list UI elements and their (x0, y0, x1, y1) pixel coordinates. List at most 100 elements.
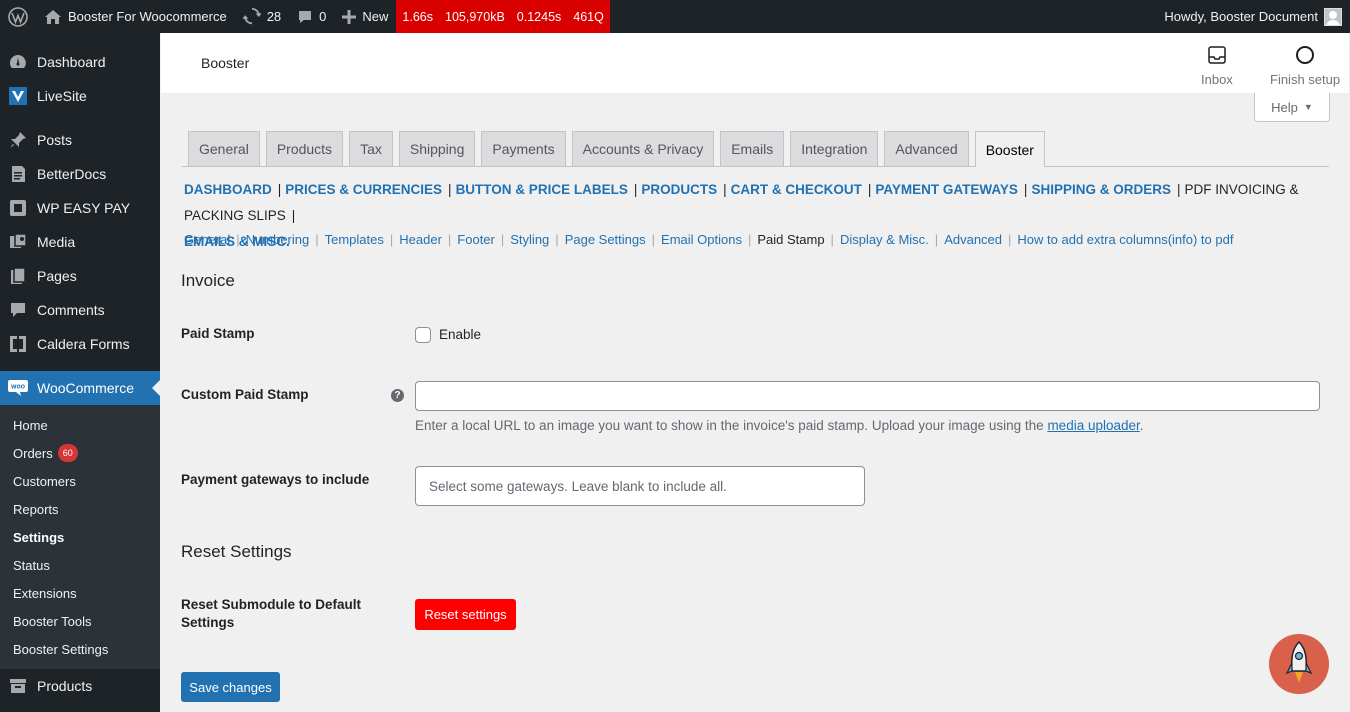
section-templates-link[interactable]: Templates (325, 232, 384, 247)
menu-woocommerce[interactable]: WOO WooCommerce (0, 371, 160, 405)
menu-posts[interactable]: Posts (0, 123, 160, 157)
tab-booster[interactable]: Booster (974, 131, 1045, 167)
query-monitor[interactable]: 1.66s 105,970kB 0.1245s 461Q (396, 0, 610, 33)
tab-products[interactable]: Products (265, 131, 344, 166)
submenu-label: Customers (13, 473, 76, 489)
category-dashboard-link[interactable]: DASHBOARD (184, 182, 272, 197)
menu-wp-easy-pay[interactable]: WP EASY PAY (0, 191, 160, 225)
dashboard-icon (8, 52, 28, 72)
booster-rocket-button[interactable] (1269, 634, 1329, 694)
tab-label: Payments (492, 141, 555, 157)
category-cart-checkout-link[interactable]: CART & CHECKOUT (731, 182, 862, 197)
submenu-booster-settings[interactable]: Booster Settings (0, 635, 160, 663)
submenu-label: Orders (13, 445, 53, 461)
menu-dashboard[interactable]: Dashboard (0, 45, 160, 79)
custom-paid-stamp-description: Enter a local URL to an image you want t… (415, 418, 1144, 433)
section-email-options-link[interactable]: Email Options (661, 232, 742, 247)
my-account-link[interactable]: Howdy, Booster Document (1164, 7, 1350, 26)
howdy-text: Howdy, Booster Document (1164, 9, 1318, 24)
tab-general[interactable]: General (188, 131, 260, 166)
menu-label: Comments (37, 302, 105, 318)
section-styling-link[interactable]: Styling (510, 232, 549, 247)
settings-tabs: General Products Tax Shipping Payments A… (182, 131, 1329, 167)
help-label: Help (1271, 99, 1298, 115)
submenu-extensions[interactable]: Extensions (0, 579, 160, 607)
category-products-link[interactable]: PRODUCTS (641, 182, 717, 197)
menu-pages[interactable]: Pages (0, 259, 160, 293)
payment-gateways-select[interactable]: Select some gateways. Leave blank to inc… (415, 466, 865, 506)
tab-label: Advanced (895, 141, 958, 157)
help-tab-button[interactable]: Help ▼ (1254, 93, 1330, 122)
menu-label: Caldera Forms (37, 336, 130, 352)
menu-label: BetterDocs (37, 166, 107, 182)
pdf-section-links: General | Numbering | Templates | Header | Foote… (184, 232, 1234, 247)
description-text: Enter a local URL to an image you want t… (415, 418, 1048, 433)
submenu-customers[interactable]: Customers (0, 467, 160, 495)
tab-integration[interactable]: Integration (790, 131, 879, 166)
tab-advanced[interactable]: Advanced (884, 131, 969, 166)
tab-payments[interactable]: Payments (481, 131, 566, 166)
submenu-home[interactable]: Home (0, 411, 160, 439)
section-page-settings-link[interactable]: Page Settings (565, 232, 646, 247)
category-prices-currencies-link[interactable]: PRICES & CURRENCIES (285, 182, 442, 197)
submenu-label: Reports (13, 501, 59, 517)
reset-settings-heading: Reset Settings (181, 542, 292, 561)
save-changes-button[interactable]: Save changes (181, 672, 280, 702)
tab-emails[interactable]: Emails (720, 131, 785, 166)
section-header-link[interactable]: Header (399, 232, 442, 247)
category-payment-gateways-link[interactable]: PAYMENT GATEWAYS (875, 182, 1018, 197)
custom-paid-stamp-label: Custom Paid Stamp (181, 387, 309, 402)
category-shipping-orders-link[interactable]: SHIPPING & ORDERS (1031, 182, 1171, 197)
pay-icon (8, 198, 28, 218)
menu-label: Pages (37, 268, 77, 284)
tab-shipping[interactable]: Shipping (398, 131, 476, 166)
new-content-link[interactable]: New (334, 0, 396, 33)
custom-paid-stamp-input[interactable] (415, 381, 1320, 411)
menu-label: WP EASY PAY (37, 200, 131, 216)
category-button-price-labels-link[interactable]: BUTTON & PRICE LABELS (456, 182, 628, 197)
plus-icon (342, 9, 357, 24)
submenu-label: Settings (13, 529, 65, 545)
rocket-icon (1284, 640, 1314, 688)
caret-down-icon: ▼ (1303, 102, 1313, 112)
submenu-booster-tools[interactable]: Booster Tools (0, 607, 160, 635)
help-tip-icon[interactable]: ? (391, 389, 404, 402)
menu-media[interactable]: Media (0, 225, 160, 259)
inbox-icon (1207, 45, 1227, 68)
finish-setup-button[interactable]: Finish setup (1270, 45, 1340, 87)
section-display-misc-link[interactable]: Display & Misc. (840, 232, 929, 247)
submenu-status[interactable]: Status (0, 551, 160, 579)
media-uploader-link[interactable]: media uploader (1047, 418, 1139, 433)
reset-settings-button[interactable]: Reset settings (415, 599, 516, 630)
comments-link[interactable]: 0 (289, 0, 334, 33)
enable-label[interactable]: Enable (439, 327, 481, 342)
submenu-reports[interactable]: Reports (0, 495, 160, 523)
menu-livesite[interactable]: LiveSite (0, 79, 160, 113)
menu-label: LiveSite (37, 88, 87, 104)
submenu-label: Booster Tools (13, 613, 92, 629)
section-general-link[interactable]: General (184, 232, 230, 247)
media-icon (8, 232, 28, 252)
svg-text:WOO: WOO (11, 385, 25, 391)
section-paid-stamp-current: Paid Stamp (757, 232, 825, 247)
section-extra-columns-link[interactable]: How to add extra columns(info) to pdf (1017, 232, 1233, 247)
tab-tax[interactable]: Tax (349, 131, 393, 166)
menu-caldera-forms[interactable]: Caldera Forms (0, 327, 160, 361)
section-advanced-link[interactable]: Advanced (944, 232, 1002, 247)
caldera-icon (8, 334, 28, 354)
updates-link[interactable]: 28 (235, 0, 289, 33)
menu-comments[interactable]: Comments (0, 293, 160, 327)
section-footer-link[interactable]: Footer (457, 232, 495, 247)
wordpress-logo-icon[interactable] (0, 0, 36, 33)
menu-products[interactable]: Products (0, 669, 160, 703)
site-name-link[interactable]: Booster For Woocommerce (36, 0, 235, 33)
tab-accounts-privacy[interactable]: Accounts & Privacy (571, 131, 715, 166)
submenu-settings[interactable]: Settings (0, 523, 160, 551)
menu-betterdocs[interactable]: BetterDocs (0, 157, 160, 191)
paid-stamp-enable-checkbox[interactable] (415, 327, 431, 343)
section-numbering-link[interactable]: Numbering (246, 232, 310, 247)
submenu-orders[interactable]: Orders 60 (0, 439, 160, 467)
menu-label: Products (37, 678, 93, 694)
inbox-button[interactable]: Inbox (1201, 45, 1233, 87)
submenu-label: Home (13, 417, 48, 433)
